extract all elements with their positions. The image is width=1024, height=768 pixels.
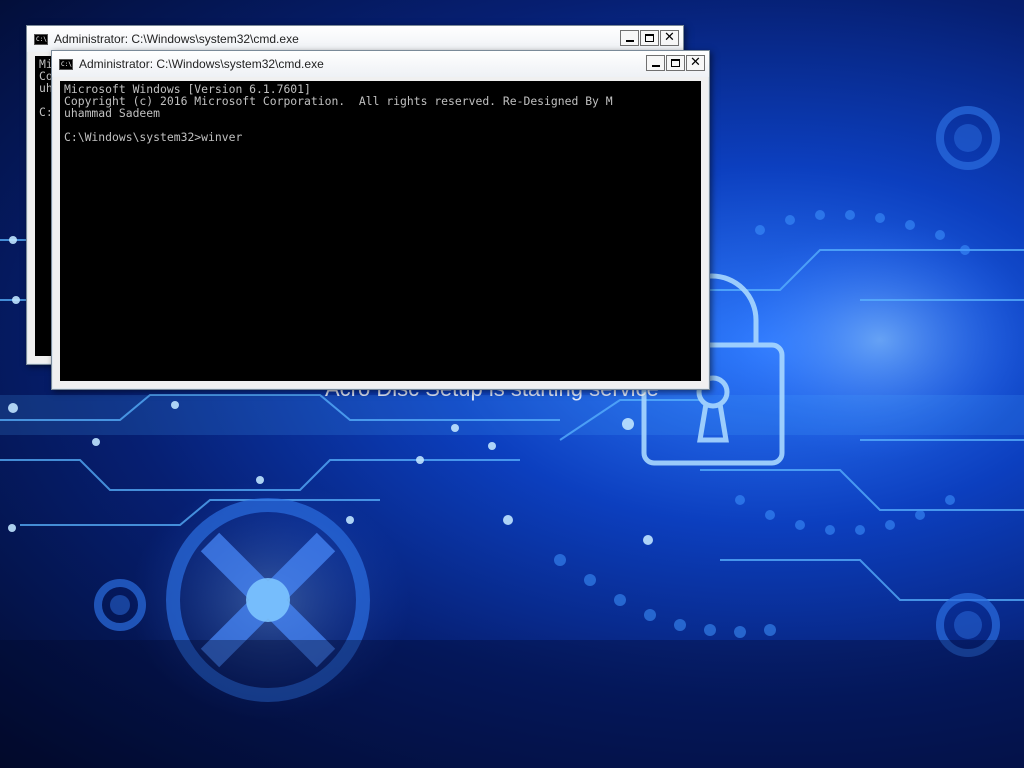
minimize-icon: [626, 40, 634, 42]
window-title: Administrator: C:\Windows\system32\cmd.e…: [54, 32, 299, 46]
maximize-button[interactable]: [640, 30, 659, 46]
close-icon: ✕: [690, 55, 701, 70]
maximize-button[interactable]: [666, 55, 685, 71]
minimize-button[interactable]: [646, 55, 665, 71]
close-button[interactable]: ✕: [686, 55, 705, 71]
close-icon: ✕: [664, 30, 675, 45]
title-bar[interactable]: C:\. Administrator: C:\Windows\system32\…: [27, 26, 683, 52]
close-button[interactable]: ✕: [660, 30, 679, 46]
window-controls: ✕: [646, 55, 705, 71]
cmd-app-icon[interactable]: C:\.: [59, 58, 73, 70]
console-output[interactable]: Microsoft Windows [Version 6.1.7601] Cop…: [60, 81, 701, 381]
window-title: Administrator: C:\Windows\system32\cmd.e…: [79, 57, 324, 71]
maximize-icon: [671, 59, 680, 67]
window-controls: ✕: [620, 30, 679, 46]
cmd-app-icon[interactable]: C:\.: [34, 33, 48, 45]
minimize-button[interactable]: [620, 30, 639, 46]
cmd-window-front[interactable]: C:\. Administrator: C:\Windows\system32\…: [51, 50, 710, 390]
maximize-icon: [645, 34, 654, 42]
title-bar[interactable]: C:\. Administrator: C:\Windows\system32\…: [52, 51, 709, 77]
minimize-icon: [652, 65, 660, 67]
